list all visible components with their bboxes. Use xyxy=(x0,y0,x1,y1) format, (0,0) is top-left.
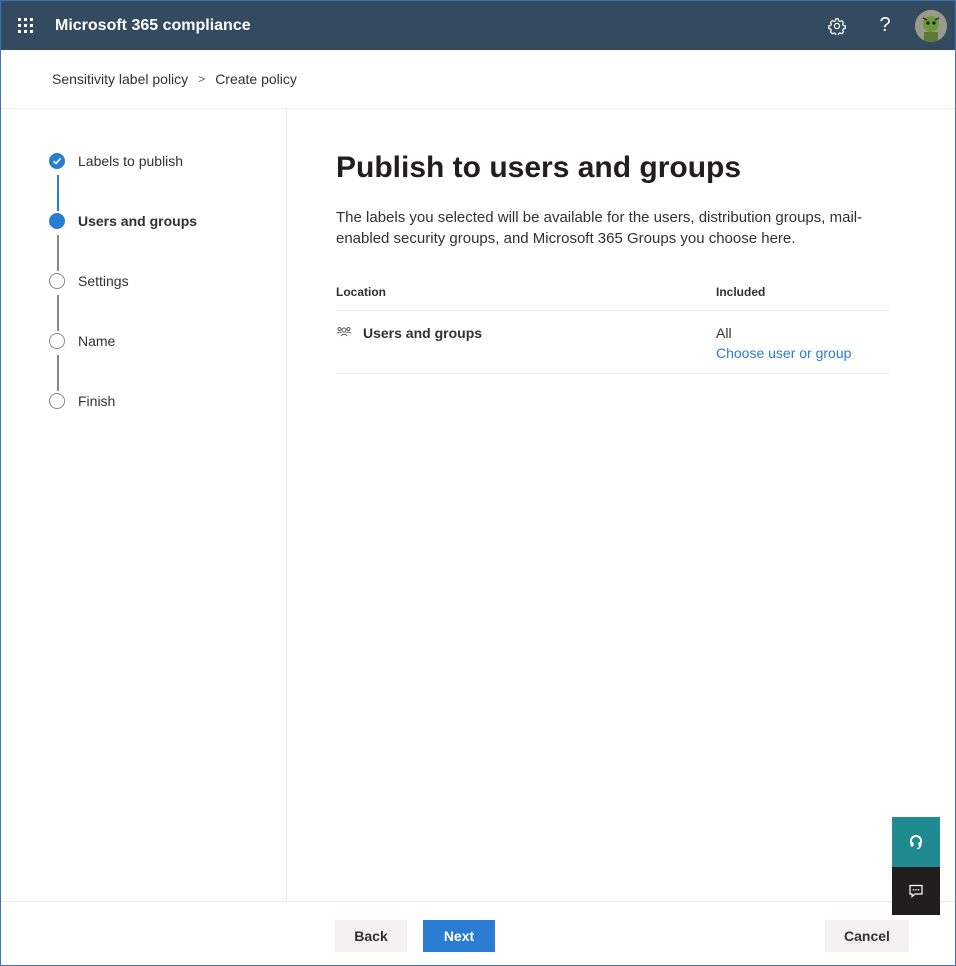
table-row: Users and groups All Choose user or grou… xyxy=(336,311,889,374)
breadcrumb-item-create-policy: Create policy xyxy=(215,71,297,87)
avatar[interactable] xyxy=(915,9,947,42)
location-name: Users and groups xyxy=(363,325,483,341)
back-button[interactable]: Back xyxy=(335,920,407,952)
step-connector xyxy=(57,295,59,331)
table-header: Location Included xyxy=(336,273,889,311)
breadcrumb-item-sensitivity-label-policy[interactable]: Sensitivity label policy xyxy=(52,71,188,87)
step-settings[interactable]: Settings xyxy=(49,273,129,289)
top-bar: Microsoft 365 compliance ? xyxy=(1,1,955,50)
gear-icon xyxy=(828,17,846,35)
pending-step-icon xyxy=(49,273,65,289)
step-name[interactable]: Name xyxy=(49,333,115,349)
footer-divider xyxy=(1,901,955,902)
page-description: The labels you selected will be availabl… xyxy=(336,209,863,247)
step-label: Name xyxy=(78,333,116,349)
step-connector xyxy=(57,355,59,391)
page-title: Publish to users and groups xyxy=(336,151,742,184)
location-cell: Users and groups xyxy=(336,325,716,373)
cancel-button[interactable]: Cancel xyxy=(825,920,909,952)
feedback-icon xyxy=(909,884,923,898)
step-connector xyxy=(57,235,59,271)
pending-step-icon xyxy=(49,333,65,349)
app-window: Microsoft 365 compliance ? Sensitivity l… xyxy=(0,0,956,966)
step-label: Settings xyxy=(78,273,129,289)
included-cell: All Choose user or group xyxy=(716,325,889,373)
help-support-button[interactable] xyxy=(892,817,940,867)
next-button[interactable]: Next xyxy=(423,920,495,952)
breadcrumb: Sensitivity label policy > Create policy xyxy=(52,71,297,87)
feedback-button[interactable] xyxy=(892,867,940,915)
waffle-icon xyxy=(17,18,33,33)
headset-icon xyxy=(910,835,922,850)
avatar-image xyxy=(915,9,947,42)
step-finish[interactable]: Finish xyxy=(49,393,115,409)
settings-button[interactable] xyxy=(813,1,861,50)
choose-user-or-group-link[interactable]: Choose user or group xyxy=(716,345,889,361)
column-header-location: Location xyxy=(336,284,386,299)
current-step-icon xyxy=(49,213,65,229)
checkmark-icon xyxy=(49,153,65,169)
users-group-icon xyxy=(336,327,352,337)
step-label: Labels to publish xyxy=(78,153,184,169)
column-header-included: Included xyxy=(716,284,766,299)
chevron-right-icon: > xyxy=(198,72,206,86)
included-value: All xyxy=(716,325,732,341)
top-bar-actions: ? xyxy=(813,1,955,50)
help-icon: ? xyxy=(879,14,891,36)
pending-step-icon xyxy=(49,393,65,409)
step-connector xyxy=(57,175,59,211)
main-content: Publish to users and groups The labels y… xyxy=(336,109,889,374)
step-users-and-groups[interactable]: Users and groups xyxy=(49,213,197,229)
step-label: Finish xyxy=(78,393,116,409)
wizard-steps: Labels to publish Users and groups Setti… xyxy=(1,109,287,901)
help-button[interactable]: ? xyxy=(861,1,909,50)
step-labels-to-publish[interactable]: Labels to publish xyxy=(49,153,183,169)
app-launcher-button[interactable] xyxy=(1,1,49,50)
locations-table: Location Included Users and groups All C… xyxy=(336,273,889,374)
app-title[interactable]: Microsoft 365 compliance xyxy=(55,17,251,35)
step-label: Users and groups xyxy=(78,213,198,229)
